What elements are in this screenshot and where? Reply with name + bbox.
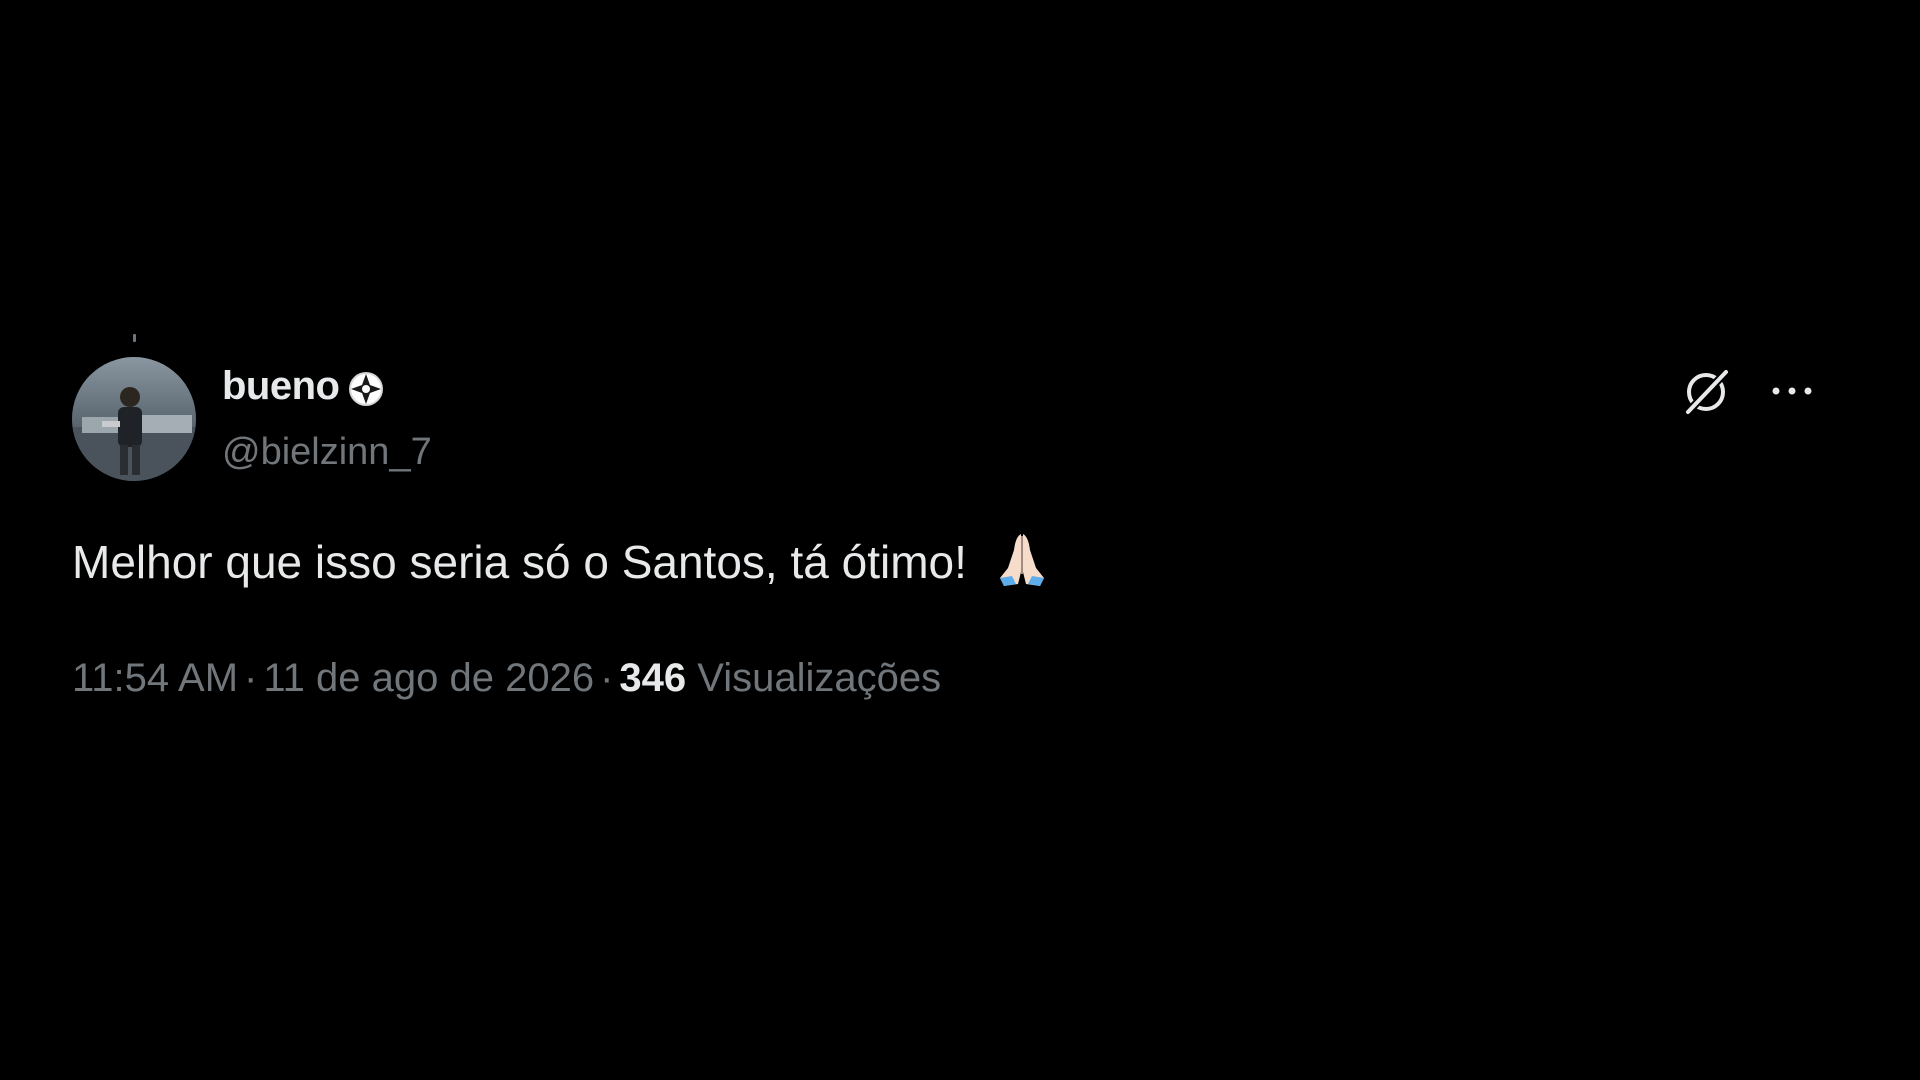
meta-separator: · [244, 656, 258, 700]
tweet-date[interactable]: 11 de ago de 2026 [263, 656, 594, 700]
tweet-text-content: Melhor que isso seria só o Santos, tá ót… [72, 536, 967, 588]
views-label: Visualizações [697, 656, 942, 700]
folded-hands-emoji [990, 528, 1054, 592]
display-name[interactable]: bueno [222, 358, 385, 414]
club-crest-icon [347, 367, 385, 406]
more-options-icon[interactable] [1766, 372, 1818, 410]
tweet-time[interactable]: 11:54 AM [72, 656, 238, 700]
tweet-text: Melhor que isso seria só o Santos, tá ót… [72, 528, 1054, 598]
tweet-meta: 11:54 AM · 11 de ago de 2026 · 346 Visualiza… [72, 648, 941, 708]
user-handle[interactable]: @bielzinn_7 [222, 424, 432, 480]
display-name-text: bueno [222, 364, 340, 408]
tweet-card: bueno @bielzinn_7 Melhor que isso seria … [0, 0, 1920, 1080]
views-count: 346 [619, 656, 687, 700]
grok-icon[interactable] [1680, 364, 1734, 418]
avatar-indicator [133, 334, 136, 342]
meta-separator: · [600, 656, 614, 700]
avatar[interactable] [72, 357, 196, 481]
